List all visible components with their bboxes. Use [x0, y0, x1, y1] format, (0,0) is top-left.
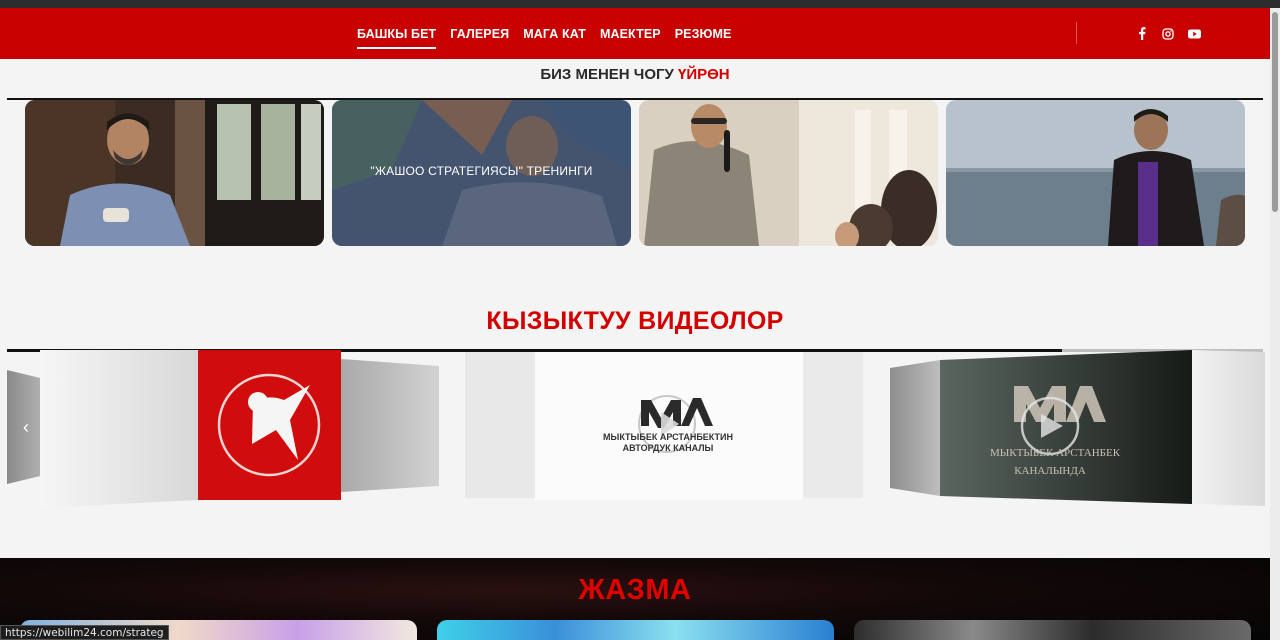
- nav-item-interviews[interactable]: МАЕКТЕР: [600, 27, 661, 41]
- instagram-icon[interactable]: [1161, 27, 1175, 41]
- learn-title-main: БИЗ МЕНЕН ЧОГУ: [540, 66, 679, 83]
- browser-top-strip: [0, 0, 1280, 8]
- learn-card-sea[interactable]: [946, 100, 1245, 246]
- videos-section-title: КЫЗЫКТУУ ВИДЕОЛОР: [486, 307, 784, 335]
- main-navbar: БАШКЫ БЕТ ГАЛЕРЕЯ МАГА КАТ МАЕКТЕР РЕЗЮМ…: [0, 8, 1280, 59]
- blog-card-3[interactable]: [854, 620, 1251, 640]
- video-logo-line1: МЫКТЫБЕК АРСТАНБЕКТИН: [603, 432, 733, 442]
- learn-card-photo-window[interactable]: [25, 100, 324, 246]
- chevron-left-icon: ‹: [23, 416, 29, 437]
- learn-card-training[interactable]: "ЖАШОО СТРАТЕГИЯСЫ" ТРЕНИНГИ: [332, 100, 631, 246]
- learn-cards: "ЖАШОО СТРАТЕГИЯСЫ" ТРЕНИНГИ: [25, 100, 1245, 246]
- video-carousel: ‹ МЫКТЫБЕК АРСТАНБЕКТИН АВТОРДУК КАНАЛЫ: [0, 350, 1270, 510]
- nav-menu: БАШКЫ БЕТ ГАЛЕРЕЯ МАГА КАТ МАЕКТЕР РЕЗЮМ…: [357, 8, 731, 59]
- youtube-icon[interactable]: [1187, 27, 1201, 41]
- nav-item-resume[interactable]: РЕЗЮМЕ: [675, 27, 732, 41]
- video-slide-3[interactable]: МЫКТЫБЕК АРСТАНБЕК КАНАЛЫНДА: [890, 350, 1265, 513]
- learn-card-speaker[interactable]: [639, 100, 938, 246]
- nav-item-gallery[interactable]: ГАЛЕРЕЯ: [450, 27, 509, 41]
- learn-card-caption: "ЖАШОО СТРАТЕГИЯСЫ" ТРЕНИНГИ: [370, 164, 593, 178]
- blog-card-2[interactable]: [437, 620, 834, 640]
- blog-section-title: ЖАЗМА: [578, 574, 692, 606]
- nav-divider: [1076, 22, 1077, 44]
- status-bar-url: https://webilim24.com/strateg: [0, 625, 169, 640]
- nav-item-about-me[interactable]: МАГА КАТ: [523, 27, 586, 41]
- social-links: [1135, 8, 1201, 59]
- page-scrollbar[interactable]: [1270, 8, 1280, 640]
- video-logo-line1: МЫКТЫБЕК АРСТАНБЕК: [990, 447, 1121, 459]
- video-logo-line2: КАНАЛЫНДА: [1014, 465, 1086, 477]
- video-slide-2[interactable]: МЫКТЫБЕК АРСТАНБЕКТИН АВТОРДУК КАНАЛЫ: [465, 352, 863, 507]
- learn-title-accent: ҮЙРӨН: [678, 66, 730, 83]
- blog-cards: [20, 620, 1251, 640]
- scrollbar-thumb[interactable]: [1272, 12, 1278, 212]
- nav-item-home[interactable]: БАШКЫ БЕТ: [357, 27, 437, 49]
- facebook-icon[interactable]: [1135, 27, 1149, 41]
- video-slide-1[interactable]: [40, 350, 440, 515]
- video-logo-line2: АВТОРДУК КАНАЛЫ: [623, 443, 714, 453]
- learn-section-title: БИЗ МЕНЕН ЧОГУ ҮЙРӨН: [0, 66, 1270, 83]
